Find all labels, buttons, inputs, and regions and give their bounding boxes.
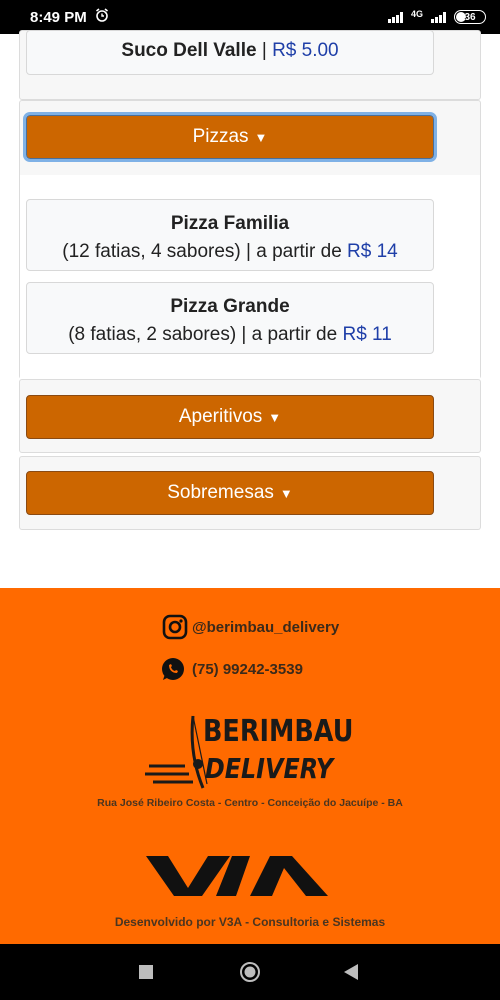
- berimbau-logo: BERIMBAU DELIVERY: [145, 714, 353, 794]
- logo-text-berimbau: BERIMBAU: [203, 714, 354, 749]
- address-text: Rua José Ribeiro Costa - Centro - Concei…: [97, 797, 403, 809]
- category-button-aperitivos[interactable]: Aperitivos ▼: [26, 395, 434, 439]
- signal-icon-2: [431, 11, 446, 23]
- v3a-logo: [146, 854, 328, 903]
- item-price: R$ 11: [342, 324, 392, 345]
- whatsapp-icon: [160, 656, 186, 682]
- chevron-down-icon: ▼: [254, 129, 268, 145]
- item-price: R$ 5.00: [272, 40, 339, 61]
- whatsapp-number: (75) 99242-3539: [192, 660, 303, 678]
- status-time: 8:49 PM: [30, 8, 87, 26]
- home-button[interactable]: [239, 961, 261, 988]
- menu-item-suco[interactable]: Suco Dell Valle | R$ 5.00: [26, 30, 434, 75]
- item-price: R$ 14: [347, 241, 398, 262]
- whatsapp-link[interactable]: (75) 99242-3539: [160, 656, 303, 682]
- alarm-icon: [95, 8, 109, 26]
- status-bar: 8:49 PM 4G 36: [0, 0, 500, 34]
- item-name: Pizza Familia: [170, 213, 290, 234]
- chevron-down-icon: ▼: [268, 409, 282, 425]
- menu-content: Suco Dell Valle | R$ 5.00 Pizzas ▼ Pizza …: [0, 30, 500, 588]
- recent-apps-button[interactable]: [139, 965, 153, 984]
- instagram-icon: [162, 614, 188, 640]
- menu-item-pizza-familia[interactable]: Pizza Familia (12 fatias, 4 sabores) | a…: [26, 199, 434, 271]
- category-label: Aperitivos: [178, 406, 263, 427]
- category-label: Pizzas: [192, 126, 249, 147]
- battery-icon: 36: [454, 10, 486, 24]
- system-nav-bar: [0, 944, 500, 1000]
- signal-icon: [387, 11, 403, 23]
- item-separator: |: [256, 40, 273, 61]
- instagram-link[interactable]: @berimbau_delivery: [162, 614, 339, 640]
- back-button[interactable]: [344, 964, 358, 985]
- logo-text-delivery: DELIVERY: [205, 752, 334, 785]
- network-type-label: 4G: [410, 9, 423, 19]
- category-button-pizzas[interactable]: Pizzas ▼: [23, 112, 437, 162]
- item-description: (12 fatias, 4 sabores) | a partir de: [62, 241, 348, 262]
- menu-item-pizza-grande[interactable]: Pizza Grande (8 fatias, 2 sabores) | a p…: [26, 282, 434, 354]
- instagram-handle: @berimbau_delivery: [192, 618, 340, 636]
- item-description: (8 fatias, 2 sabores) | a partir de: [68, 324, 343, 345]
- chevron-down-icon: ▼: [279, 485, 293, 501]
- item-name: Suco Dell Valle: [121, 40, 257, 61]
- battery-level: 36: [464, 11, 476, 23]
- category-label: Sobremesas: [167, 482, 274, 503]
- item-name: Pizza Grande: [170, 296, 290, 317]
- category-button-sobremesas[interactable]: Sobremesas ▼: [26, 471, 434, 515]
- footer: @berimbau_delivery (75) 99242-3539 BERIM…: [0, 588, 500, 944]
- developer-credit: Desenvolvido por V3A - Consultoria e Sis…: [114, 915, 386, 929]
